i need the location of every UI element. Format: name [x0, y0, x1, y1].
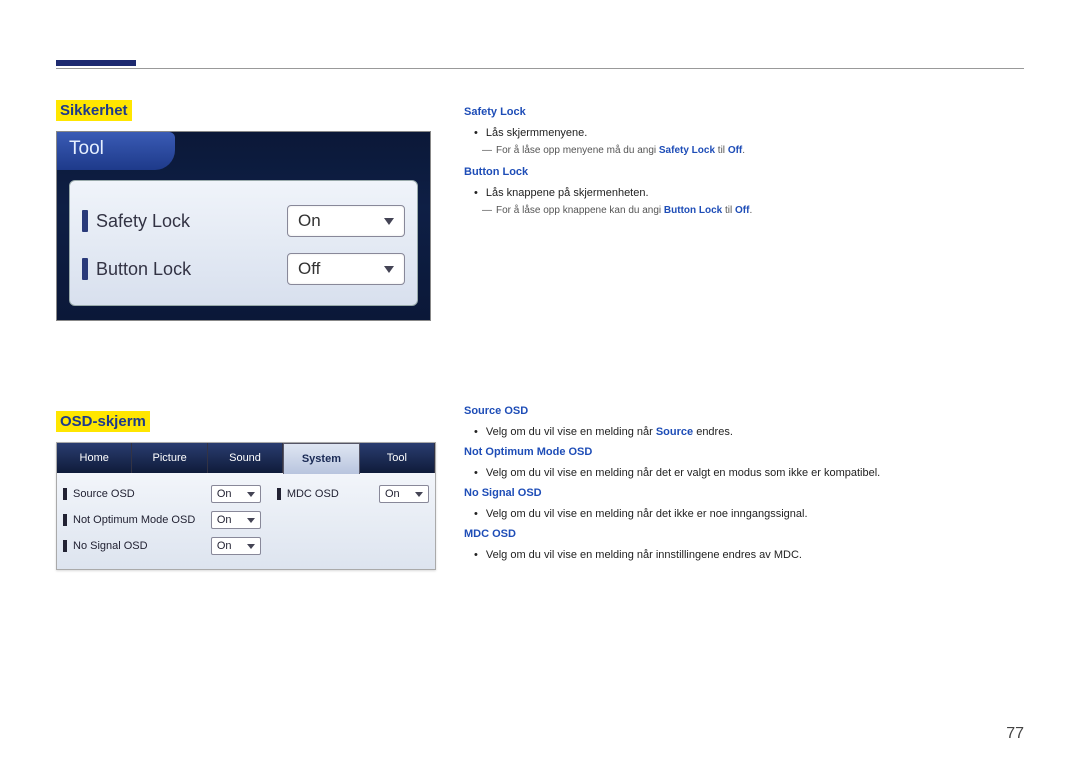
tool-tab: Tool: [57, 132, 175, 170]
osd-col-right: MDC OSD On: [277, 481, 429, 559]
bullet: Velg om du vil vise en melding når det i…: [474, 506, 1024, 523]
bullet: Velg om du vil vise en melding når Sourc…: [474, 424, 1024, 441]
dropdown-value: On: [298, 211, 321, 231]
heading-osd: OSD-skjerm: [56, 411, 150, 432]
chevron-down-icon: [247, 544, 255, 549]
osd-row-source: Source OSD On: [63, 481, 261, 507]
tab-tool[interactable]: Tool: [360, 443, 435, 473]
row-label: No Signal OSD: [73, 540, 211, 552]
row-indicator: [82, 258, 88, 280]
safety-lock-dropdown[interactable]: On: [287, 205, 405, 237]
tab-picture[interactable]: Picture: [132, 443, 207, 473]
chevron-down-icon: [247, 492, 255, 497]
row-indicator: [63, 540, 67, 552]
term-button-lock: Button Lock: [464, 164, 1024, 181]
term-nosig-osd: No Signal OSD: [464, 485, 1024, 502]
chevron-down-icon: [384, 218, 394, 225]
bullet: Lås skjermmenyene.: [474, 125, 1024, 142]
bullet: Velg om du vil vise en melding når det e…: [474, 465, 1024, 482]
row-indicator: [277, 488, 281, 500]
section-sikkerhet: Sikkerhet Tool Safety Lock On Button L: [56, 100, 436, 321]
tab-system[interactable]: System: [283, 443, 359, 474]
osd-col-left: Source OSD On Not Optimum Mode OSD On No…: [63, 481, 261, 559]
row-indicator: [63, 514, 67, 526]
tool-screenshot: Tool Safety Lock On Button Lock: [56, 131, 431, 321]
nosig-osd-dropdown[interactable]: On: [211, 537, 261, 555]
bullet: Velg om du vil vise en melding når innst…: [474, 547, 1024, 564]
term-safety-lock: Safety Lock: [464, 104, 1024, 121]
row-label: Safety Lock: [96, 211, 287, 232]
spacer: [464, 224, 1024, 399]
osd-body: Source OSD On Not Optimum Mode OSD On No…: [57, 473, 435, 569]
chevron-down-icon: [247, 518, 255, 523]
left-column: Sikkerhet Tool Safety Lock On Button L: [56, 100, 436, 723]
notopt-osd-dropdown[interactable]: On: [211, 511, 261, 529]
right-column: Safety Lock Lås skjermmenyene. For å lås…: [464, 100, 1024, 723]
hint: For å låse opp menyene må du angi Safety…: [482, 143, 1024, 158]
tool-row-button: Button Lock Off: [82, 245, 405, 293]
hint: For å låse opp knappene kan du angi Butt…: [482, 203, 1024, 218]
page-number: 77: [1006, 725, 1024, 743]
button-lock-dropdown[interactable]: Off: [287, 253, 405, 285]
row-indicator: [82, 210, 88, 232]
osd-screenshot: Home Picture Sound System Tool Source OS…: [56, 442, 436, 570]
term-source-osd: Source OSD: [464, 403, 1024, 420]
tab-home[interactable]: Home: [57, 443, 132, 473]
term-notopt-osd: Not Optimum Mode OSD: [464, 444, 1024, 461]
section-osd: OSD-skjerm Home Picture Sound System Too…: [56, 411, 436, 570]
osd-row-mdc: MDC OSD On: [277, 481, 429, 507]
header-rule: [56, 68, 1024, 69]
tool-row-safety: Safety Lock On: [82, 197, 405, 245]
row-label: Not Optimum Mode OSD: [73, 514, 211, 526]
term-mdc-osd: MDC OSD: [464, 526, 1024, 543]
chevron-down-icon: [384, 266, 394, 273]
row-label: MDC OSD: [287, 488, 379, 500]
osd-row-nosig: No Signal OSD On: [63, 533, 261, 559]
page-content: Sikkerhet Tool Safety Lock On Button L: [56, 100, 1024, 723]
osd-row-notopt: Not Optimum Mode OSD On: [63, 507, 261, 533]
row-label: Source OSD: [73, 488, 211, 500]
bullet: Lås knappene på skjermenheten.: [474, 185, 1024, 202]
heading-sikkerhet: Sikkerhet: [56, 100, 132, 121]
source-osd-dropdown[interactable]: On: [211, 485, 261, 503]
chevron-down-icon: [415, 492, 423, 497]
dropdown-value: Off: [298, 259, 320, 279]
row-label: Button Lock: [96, 259, 287, 280]
tab-sound[interactable]: Sound: [208, 443, 283, 473]
tool-body: Safety Lock On Button Lock Off: [69, 180, 418, 306]
row-indicator: [63, 488, 67, 500]
osd-tabs: Home Picture Sound System Tool: [57, 443, 435, 473]
header-accent: [56, 60, 136, 66]
mdc-osd-dropdown[interactable]: On: [379, 485, 429, 503]
